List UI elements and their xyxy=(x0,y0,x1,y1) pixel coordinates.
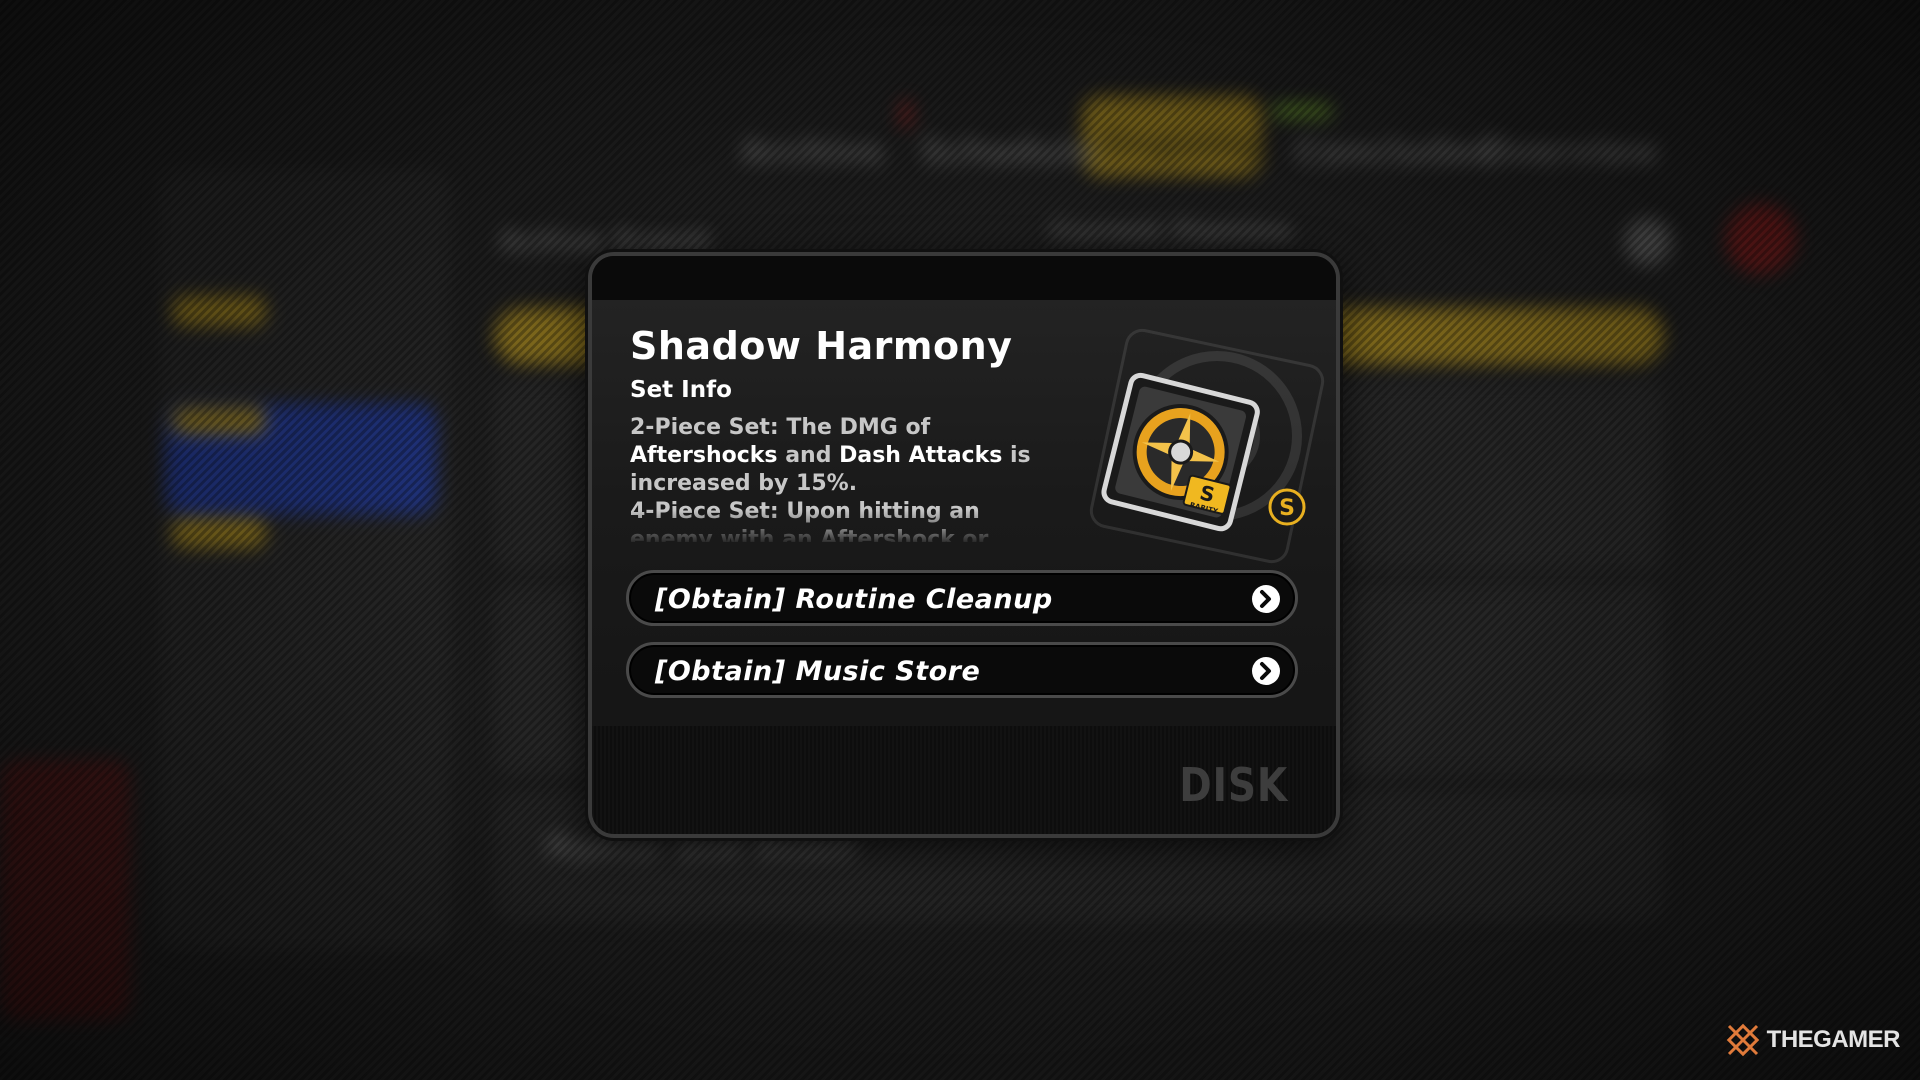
thegamer-logo-icon xyxy=(1726,1023,1759,1057)
drive-disc-image: S RARITY S xyxy=(1089,328,1325,564)
desc-text-enemy: enemy with an xyxy=(630,527,821,542)
popup-top-strip xyxy=(592,256,1336,300)
rarity-badge-letter: S xyxy=(1279,496,1295,521)
desc-line-2: Aftershocks and Dash Attacks is xyxy=(630,442,1070,470)
disc-case: S RARITY xyxy=(1101,372,1260,532)
desc-highlight-dash-attacks: Dash Attacks xyxy=(839,443,1003,468)
desc-text-or: or xyxy=(954,527,989,542)
desc-line-3: increased by 15%. xyxy=(630,471,858,496)
bg-notification-dot xyxy=(900,100,912,128)
bg-tab-3: Ongoing xyxy=(1100,124,1262,164)
bg-red-corner xyxy=(0,760,130,1020)
set-description: 2-Piece Set: The DMG of Aftershocks and … xyxy=(630,414,1070,542)
bg-round-button xyxy=(1624,218,1672,266)
bg-tab-4: Concluded xyxy=(1295,132,1496,172)
desc-line-5: enemy with an Aftershock or xyxy=(630,526,1070,542)
desc-line-1: 2-Piece Set: The DMG of xyxy=(630,415,931,440)
bg-status-label: Current Stamina xyxy=(1050,216,1292,246)
desc-highlight-aftershock: Aftershock xyxy=(820,527,955,542)
set-title: Shadow Harmony xyxy=(630,324,1013,368)
desc-text-is: is xyxy=(1002,443,1031,468)
desc-text-and: and xyxy=(777,443,840,468)
game-screen: Archive Schedule Ongoing Concluded Overv… xyxy=(0,0,1920,1080)
desc-highlight-aftershocks: Aftershocks xyxy=(630,443,778,468)
thegamer-watermark: THEGAMER xyxy=(1723,1020,1901,1060)
bg-tab-2: Schedule xyxy=(920,132,1096,172)
bg-sidebar-tag-1 xyxy=(172,296,266,326)
rarity-badge: S xyxy=(1268,488,1306,526)
chevron-right-icon xyxy=(1252,657,1280,685)
bg-sidebar xyxy=(160,170,450,950)
bg-sidebar-tag-2 xyxy=(172,408,266,434)
bg-sidebar-tag-3 xyxy=(172,518,266,548)
obtain-music-store-button[interactable]: [Obtain] Music Store xyxy=(626,642,1298,698)
bg-tab-1: Archive xyxy=(740,132,885,172)
thegamer-wordmark: THEGAMER xyxy=(1766,1026,1901,1053)
bg-tab-tag xyxy=(1272,104,1332,118)
set-info-heading: Set Info xyxy=(630,377,732,403)
drive-disc-popup: S RARITY S Shadow Harmony Set Info 2-Pie… xyxy=(588,252,1340,838)
obtain-routine-cleanup-button[interactable]: [Obtain] Routine Cleanup xyxy=(626,570,1298,626)
desc-line-4: 4-Piece Set: Upon hitting an xyxy=(630,499,980,524)
obtain-option-label: [Obtain] Routine Cleanup xyxy=(655,584,1053,615)
bg-red-button xyxy=(1726,204,1796,274)
chevron-right-icon xyxy=(1252,585,1280,613)
bg-tab-5: Overview xyxy=(1480,132,1660,172)
obtain-option-label: [Obtain] Music Store xyxy=(655,656,981,687)
disk-footer-label: DISK xyxy=(1179,758,1288,812)
